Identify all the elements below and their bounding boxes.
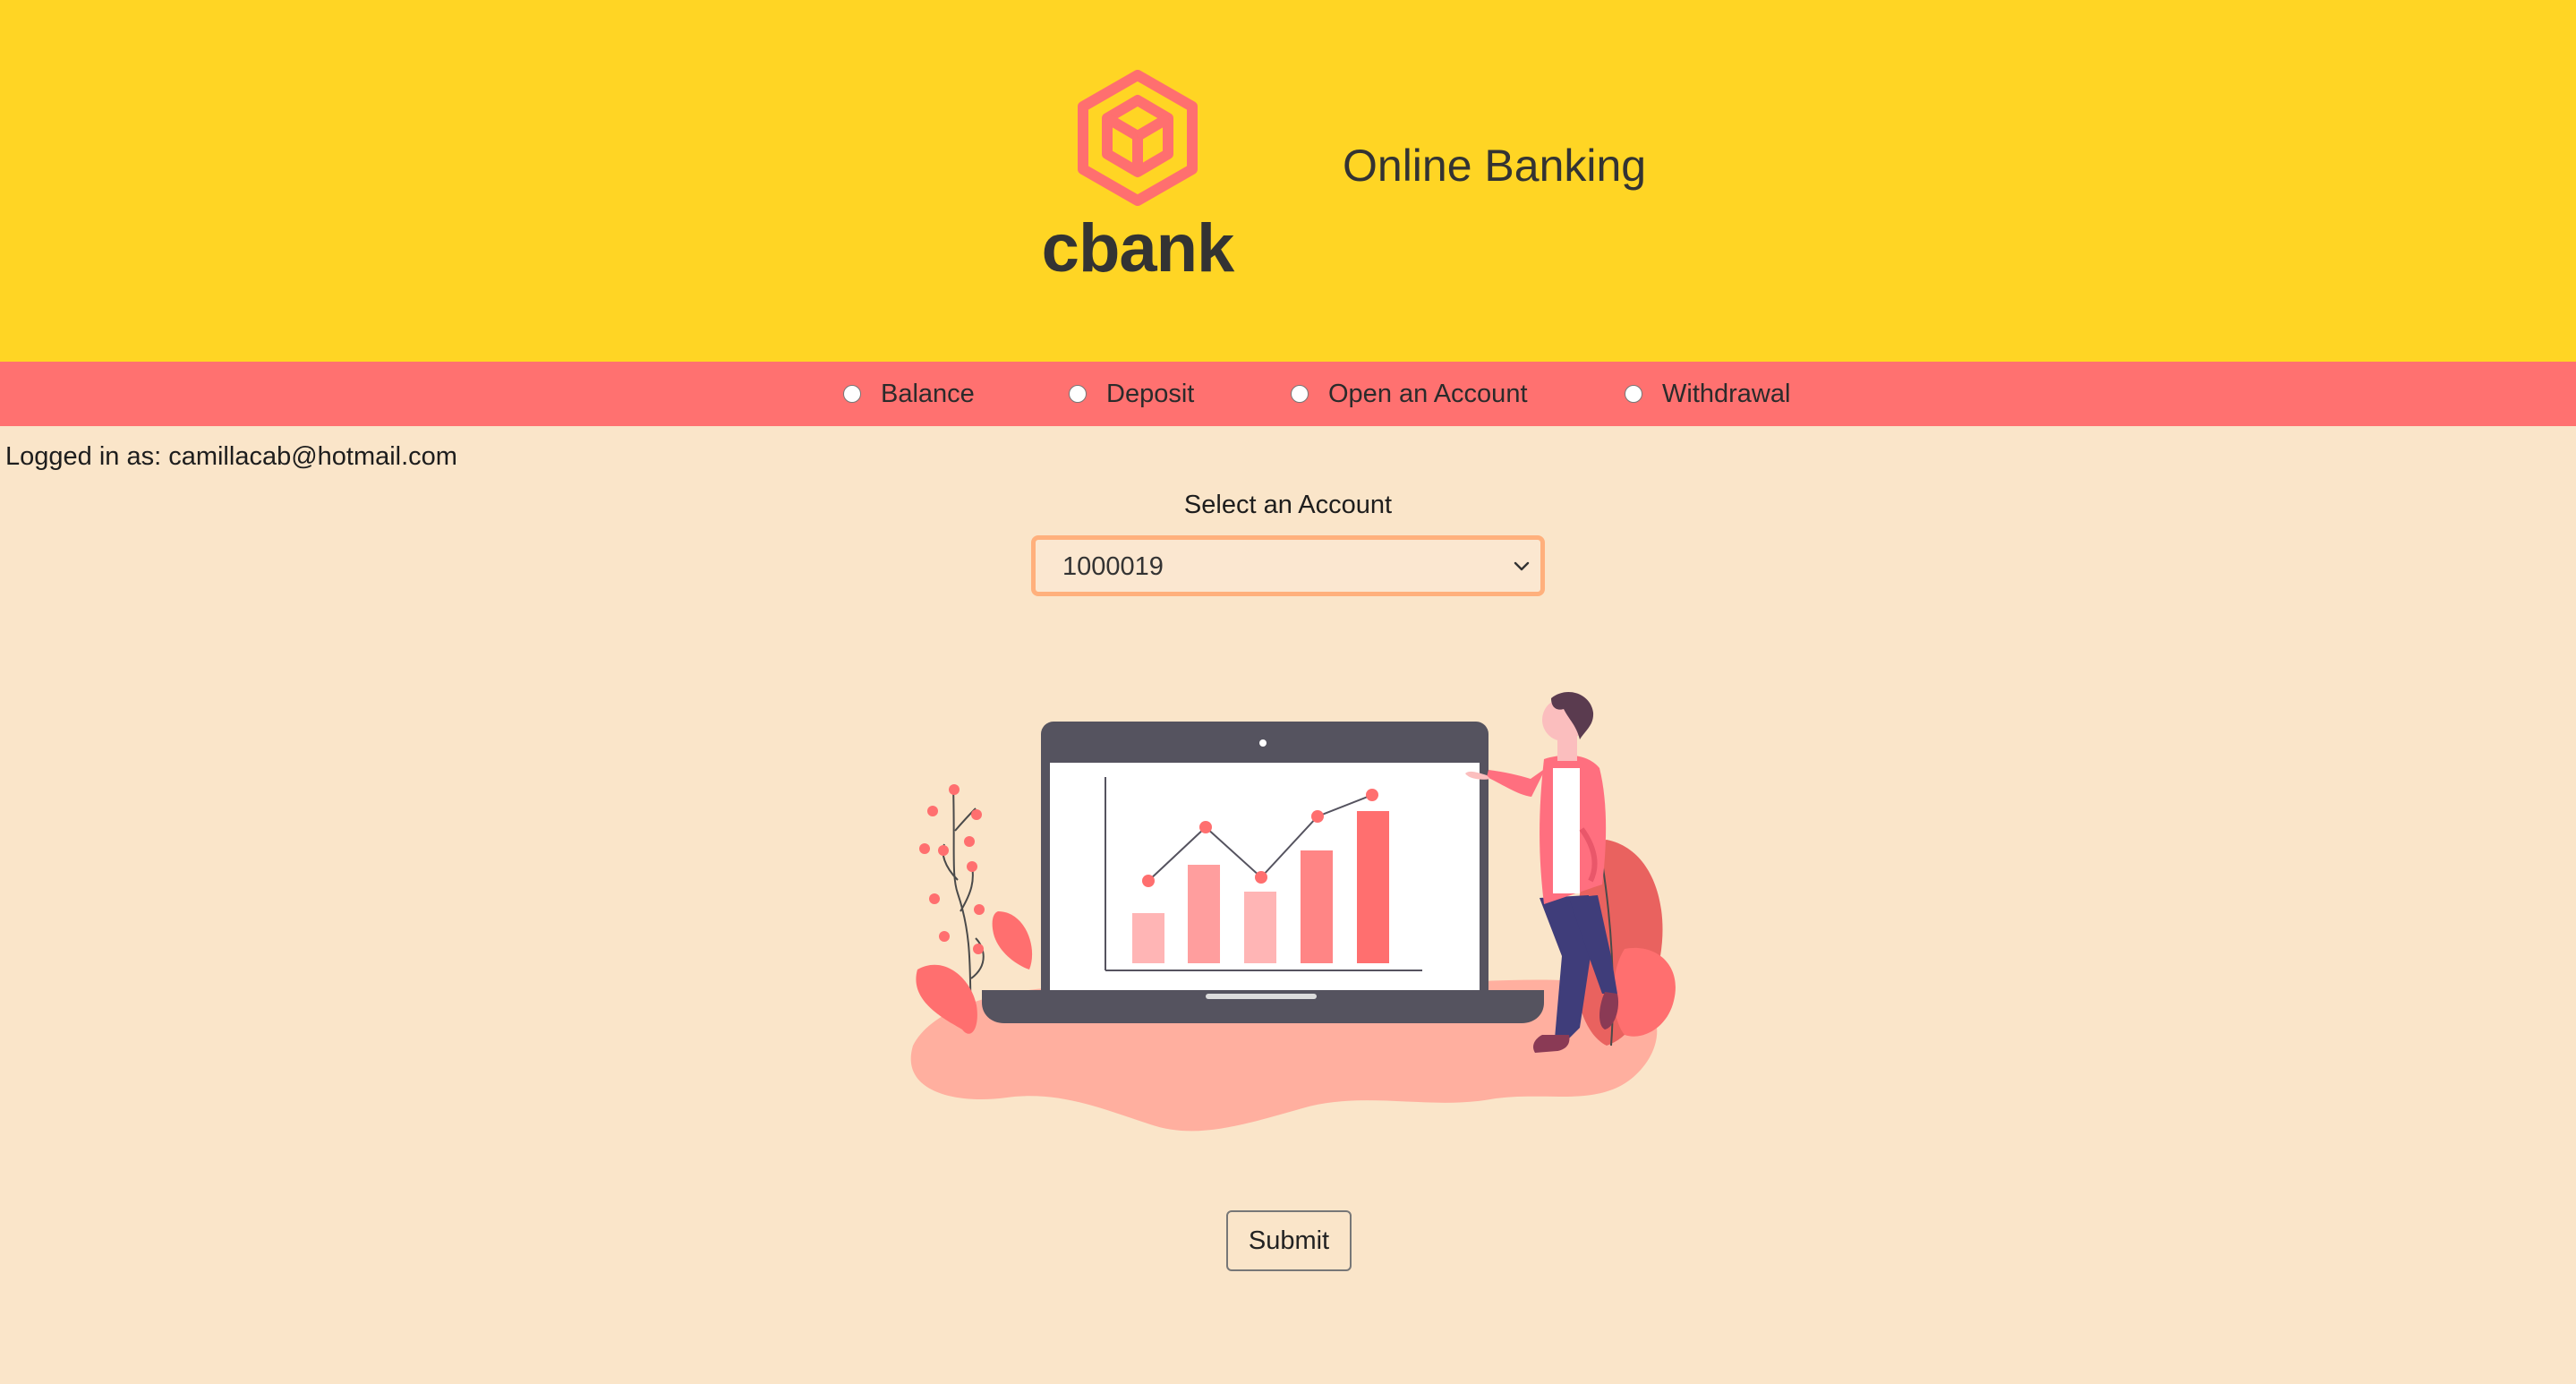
option-balance-label: Balance [881, 379, 975, 408]
brand-logo[interactable]: cbank [1038, 70, 1237, 303]
chevron-down-icon [1514, 561, 1530, 571]
option-deposit[interactable]: Deposit [1069, 362, 1194, 426]
option-balance[interactable]: Balance [843, 362, 975, 426]
laptop-chart-presenter-illustration [910, 692, 1676, 1132]
account-select-value: 1000019 [1062, 552, 1164, 581]
option-withdrawal-label: Withdrawal [1662, 379, 1791, 408]
cube-hexagon-icon [1078, 70, 1198, 206]
transaction-type-nav: Balance Deposit Open an Account Withdraw… [0, 362, 2576, 426]
option-deposit-label: Deposit [1106, 379, 1195, 408]
radio-withdrawal[interactable] [1625, 385, 1642, 403]
option-open-account[interactable]: Open an Account [1291, 362, 1528, 426]
radio-balance[interactable] [843, 385, 861, 403]
logged-in-status: Logged in as: camillacab@hotmail.com [5, 442, 457, 471]
header: cbank Online Banking [0, 0, 2576, 362]
option-withdrawal[interactable]: Withdrawal [1625, 362, 1790, 426]
radio-open-account[interactable] [1291, 385, 1309, 403]
submit-button[interactable]: Submit [1226, 1210, 1352, 1271]
select-account-label: Select an Account [1183, 491, 1393, 519]
option-open-account-label: Open an Account [1328, 379, 1528, 408]
page-title: Online Banking [1343, 141, 1647, 191]
account-select[interactable]: 1000019 [1031, 535, 1545, 596]
radio-deposit[interactable] [1069, 385, 1087, 403]
brand-name: cbank [1041, 210, 1235, 286]
